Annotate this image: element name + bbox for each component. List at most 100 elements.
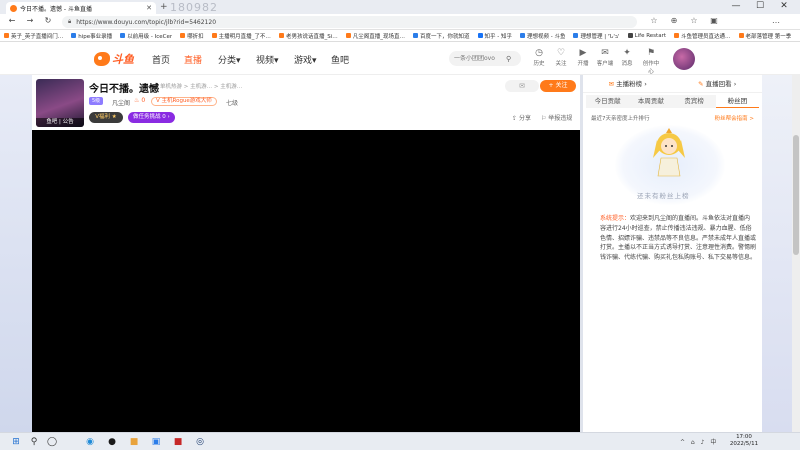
share-button[interactable]: ⇪ 分享 [512,113,531,122]
task-view-icon[interactable]: ◯ [46,436,58,448]
bookmark-label: 英子_英子直播间门… [11,33,64,40]
new-tab-button[interactable]: + [160,2,168,12]
bookmark-item[interactable]: 哪折扣 [180,32,204,40]
room-avatar[interactable]: 鱼吧 | 公告 [36,79,84,127]
bookmark-icon [674,33,679,38]
bookmark-item[interactable]: 斗鱼管理员直达通… [674,32,731,40]
bookmark-icon [412,33,418,38]
broadcast-icon: ▶ [579,48,587,58]
messages-button[interactable]: ✦ 消息 [617,48,637,67]
bookmark-item[interactable]: Life Restart [627,33,666,39]
vip-welfare-badge[interactable]: V福利 ★ [89,112,123,123]
task-challenge-button[interactable]: 做任务挑战 0 › [128,112,175,123]
taskbar-app-icon[interactable]: ■ [172,436,184,448]
back-button[interactable]: ← [6,16,18,25]
anchor-fan-list-link[interactable]: ✉ 主播粉榜 › [583,75,673,92]
lock-icon: 🔒︎ [68,18,72,25]
tab-today[interactable]: 今日贡献 [586,95,629,108]
nav-video[interactable]: 视频▾ [256,53,279,66]
taskbar-app-icon[interactable]: ● [106,436,118,448]
collections-icon[interactable]: ▣ [708,16,720,25]
scrollbar-thumb[interactable] [793,135,799,255]
minimize-button[interactable]: — [728,1,744,11]
bookmark-item[interactable]: 以前用级 - IceCer [120,32,172,40]
extensions-icon[interactable]: ⊕ [668,16,680,25]
client-button[interactable]: ✉ 客户端 [595,48,615,67]
bookmark-item[interactable]: 理想管理 | 'Ն'ב' [573,32,620,40]
close-window-button[interactable]: ✕ [776,1,792,11]
reload-button[interactable]: ↻ [42,16,54,25]
page-scrollbar[interactable] [792,75,800,432]
browser-tab[interactable]: 今日不播。遗憾 - 斗鱼直播 ✕ [6,2,156,14]
maximize-button[interactable]: ☐ [752,1,768,11]
taskbar-search-icon[interactable]: ⚲ [28,436,40,448]
nav-category[interactable]: 分类▾ [218,53,241,66]
read-aloud-icon[interactable]: ☆ [648,16,660,25]
search-icon[interactable]: ⚲ [506,55,511,63]
system-tray[interactable]: ^ ⌂ ♪ 中 [680,437,718,446]
follow-list-button[interactable]: ♡ 关注 [551,48,571,67]
douyu-logo[interactable]: 斗鱼 [94,50,138,68]
start-button[interactable]: ⊞ [10,436,22,448]
bookmark-label: 斗鱼管理员直达通… [681,33,731,40]
bookmark-icon [120,33,126,38]
nav-live[interactable]: 直播 [184,53,202,66]
search-input[interactable] [454,55,506,62]
bookmark-label: 知乎 - 知乎 [484,33,512,40]
bookmark-item[interactable]: 理想视频 - 斗鱼 [519,32,565,40]
bookmark-item[interactable]: 凡尘阁直播_现场直… [345,32,405,40]
bookmark-item[interactable]: 百度一下，你就知道 [412,32,470,40]
bookmark-label: 凡尘阁直播_现场直… [352,33,405,40]
creator-center-button[interactable]: ⚑ 创作中心 [641,48,661,75]
bookmark-item[interactable]: 知乎 - 知乎 [477,32,512,40]
taskbar-app-icon[interactable]: ■ [128,436,140,448]
bookmark-item[interactable]: hipe事业录播 [71,32,112,40]
url-input[interactable] [76,18,631,26]
bookmark-icon [211,33,217,38]
video-player[interactable] [32,130,580,432]
nav-home[interactable]: 首页 [152,53,170,66]
forward-button[interactable]: → [24,16,36,25]
bookmark-item[interactable]: 主播明月直播_了不… [211,32,271,40]
fan-guide-link[interactable]: 粉丝帮会指南 > [715,114,754,122]
favorites-icon[interactable]: ☆ [688,16,700,25]
message-anchor-button[interactable]: ✉ [505,80,539,92]
taskbar-clock[interactable]: 17:00 2022/5/11 [726,434,762,448]
tab-close-icon[interactable]: ✕ [146,4,152,12]
go-live-button[interactable]: ▶ 开播 [573,48,593,67]
history-button[interactable]: ◷ 历史 [529,48,549,67]
bookmark-label: hipe事业录播 [78,33,113,40]
taskbar-app-icon[interactable]: ◉ [84,436,96,448]
nav-games[interactable]: 游戏▾ [294,53,317,66]
category-rank-badge[interactable]: V 主机Rogue游戏大师 [151,97,217,106]
follow-button[interactable]: + 关注 [540,80,576,92]
nav-fishbar[interactable]: 鱼吧 [331,53,349,66]
tab-vip[interactable]: 贵宾榜 [673,95,716,108]
client-icon: ✉ [601,48,609,58]
bookmark-label: 理想管理 | 'Ն'ב' [580,33,620,40]
bookmark-item[interactable]: 老部落管理 第一季 [738,32,791,40]
taskbar-app-icon[interactable]: ◎ [194,436,206,448]
tab-title: 今日不播。遗憾 - 斗鱼直播 [20,5,92,13]
tab-fans[interactable]: 粉丝团 [715,95,759,108]
bookmark-icon [345,33,351,38]
hot-count: ♨ 0 [134,97,146,104]
bookmark-item[interactable]: 英子_英子直播间门… [4,32,63,40]
category-breadcrumb[interactable]: 单机热游 > 主机游… > 主机游… [160,82,242,90]
left-background-art [0,75,32,432]
replay-link[interactable]: ✎ 直播回看 › [673,75,763,92]
browser-menu-icon[interactable]: … [770,16,782,25]
avatar-label[interactable]: 鱼吧 | 公告 [36,118,84,127]
tab-week[interactable]: 本周贡献 [629,95,672,108]
bookmark-icon [627,33,633,38]
search-box[interactable]: ⚲ [449,51,521,66]
bookmark-icon [477,33,483,38]
url-bar[interactable]: 🔒︎ [62,16,637,28]
taskbar-app-icon[interactable]: ▣ [150,436,162,448]
user-avatar[interactable] [673,48,695,70]
bookmark-item[interactable]: 老男孩说话直播_Si… [278,32,338,40]
anchor-name[interactable]: 凡尘阁 [112,98,130,107]
rank-description: 最近7天亲密度上升排行 [591,116,650,122]
report-button[interactable]: ⚐ 举报违规 [541,113,572,122]
notice-label: 系统提示： [600,215,631,222]
